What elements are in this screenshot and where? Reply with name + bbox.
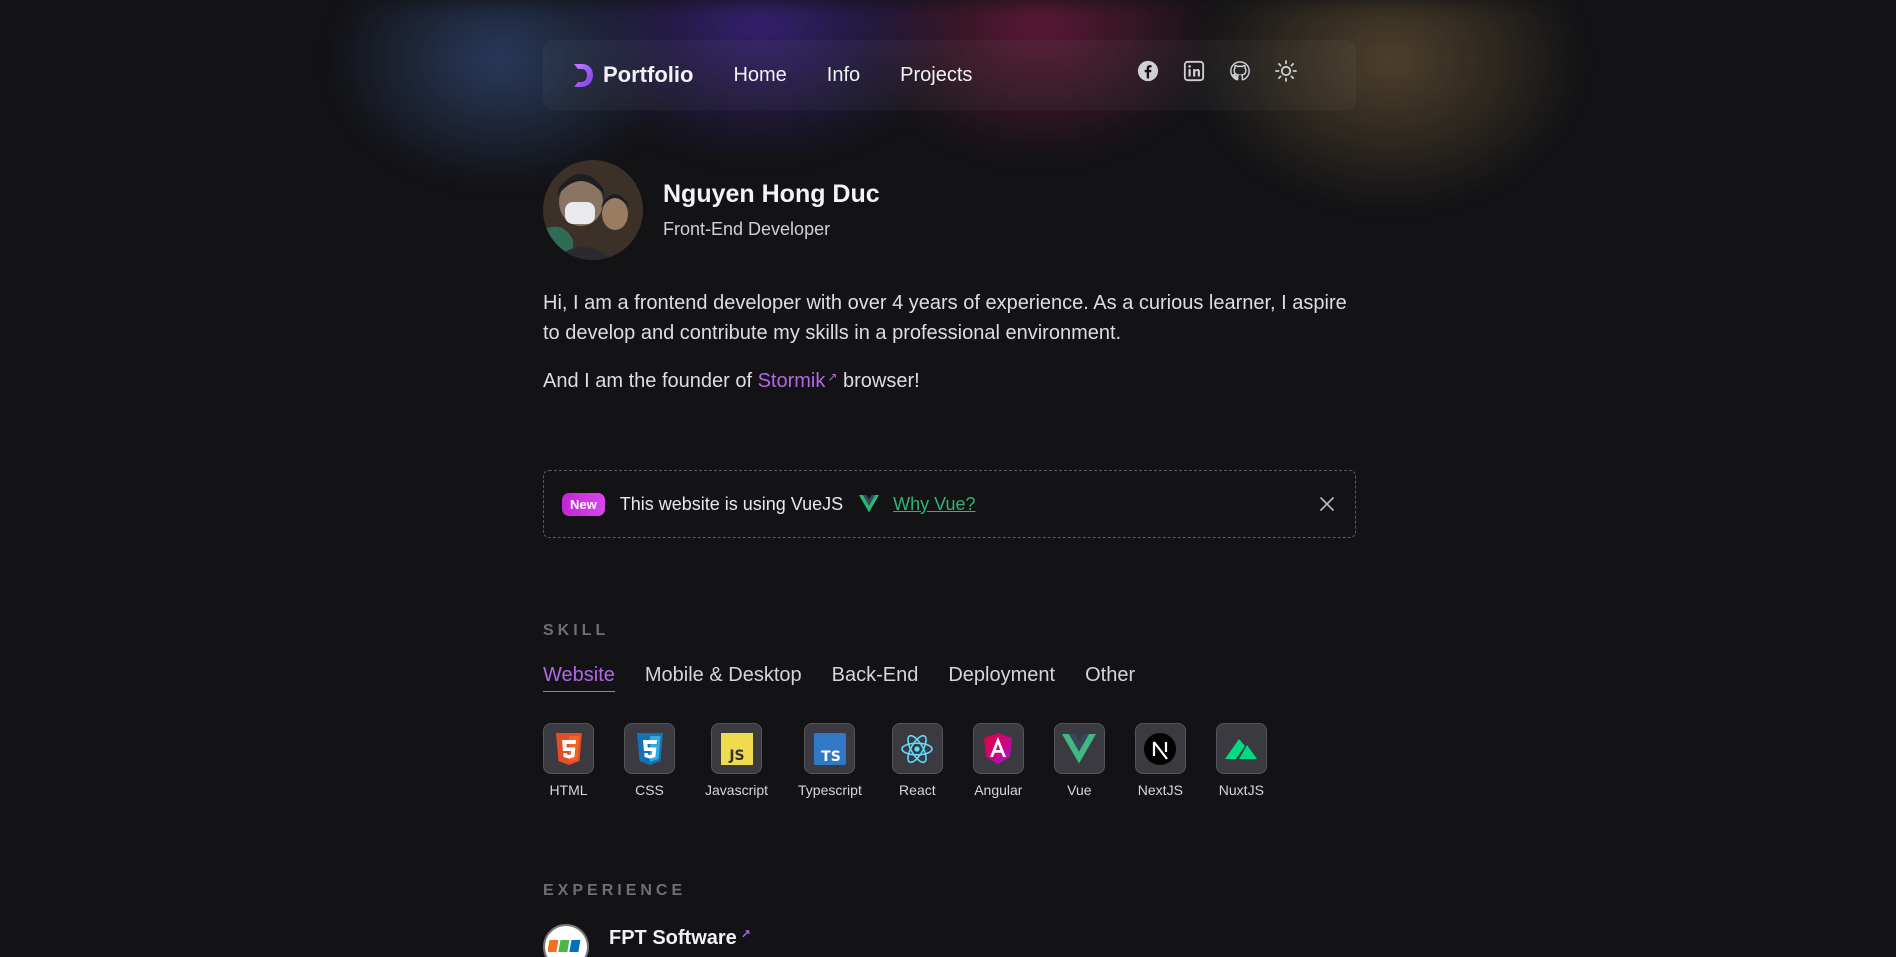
stormik-link-label: Stormik [757,370,826,392]
profile-text: Nguyen Hong Duc Front-End Developer [663,180,880,240]
skill-javascript[interactable]: JS Javascript [705,723,768,798]
banner-text: This website is using VueJS [619,493,844,514]
nextjs-icon [1134,723,1186,774]
github-icon[interactable] [1228,59,1252,83]
profile-bio: Hi, I am a frontend developer with over … [543,292,1347,344]
skill-angular[interactable]: Angular [972,723,1024,798]
avatar-photo [543,160,643,260]
tab-other[interactable]: Other [1085,664,1135,692]
experience-item: FPT Software ↗ [543,924,751,957]
javascript-icon: JS [711,723,763,774]
skill-nextjs[interactable]: NextJS [1134,723,1186,798]
new-badge: New [562,492,605,516]
react-icon [891,723,943,774]
tab-website[interactable]: Website [543,664,615,692]
nuxtjs-icon [1215,723,1267,774]
nav-link-home[interactable]: Home [733,64,786,87]
nav-icon-group [1136,59,1328,83]
tab-deployment[interactable]: Deployment [948,664,1055,692]
css3-icon [624,723,675,774]
skill-list: HTML CSS JS Javascript TS Typescript Rea… [543,723,1267,798]
tab-mobile-desktop[interactable]: Mobile & Desktop [645,664,802,692]
nav-link-projects[interactable]: Projects [900,64,972,87]
profile-name: Nguyen Hong Duc [663,180,880,208]
skill-label: Typescript [798,782,862,798]
nav-link-info[interactable]: Info [827,64,860,87]
profile-role: Front-End Developer [663,219,831,239]
html5-icon [543,723,594,774]
experience-section-label: EXPERIENCE [543,882,687,899]
skill-css[interactable]: CSS [624,723,675,798]
skill-label: Javascript [705,782,769,798]
typescript-icon: TS [804,723,856,774]
fpt-logo-icon [543,924,589,957]
skill-label: NextJS [1137,782,1183,798]
skill-label: HTML [549,782,588,798]
company-name: FPT Software [609,926,737,949]
stormik-link[interactable]: Stormik ↗ [758,370,838,392]
close-icon[interactable] [1317,494,1337,514]
skill-label: Angular [974,782,1023,798]
brand-logo-icon [574,64,593,87]
skill-label: React [899,782,936,798]
vue-icon [1053,723,1105,774]
external-link-icon: ↗ [827,370,838,384]
external-link-icon: ↗ [740,926,751,941]
brand[interactable]: Portfolio [571,61,693,89]
profile-header: Nguyen Hong Duc Front-End Developer [543,160,880,260]
vue-notice-banner: New This website is using VueJS Why Vue? [543,470,1356,538]
skill-label: NuxtJS [1218,782,1264,798]
avatar [543,160,643,260]
facebook-icon[interactable] [1136,59,1160,83]
skill-nuxtjs[interactable]: NuxtJS [1215,723,1267,798]
svg-text:TS: TS [821,749,841,765]
sun-icon[interactable] [1274,59,1298,83]
skill-react[interactable]: React [891,723,943,798]
skill-tabs: Website Mobile & Desktop Back-End Deploy… [543,664,1135,692]
founder-suffix: browser! [843,370,920,392]
why-vue-link[interactable]: Why Vue? [893,494,975,515]
company-link[interactable]: FPT Software ↗ [609,927,751,950]
skill-typescript[interactable]: TS Typescript [798,723,862,798]
founder-line: And I am the founder of Stormik ↗ browser… [543,370,920,393]
skill-html[interactable]: HTML [543,723,594,798]
skill-section-label: SKILL [543,622,610,639]
angular-icon [972,723,1024,774]
skill-label: Vue [1067,782,1092,798]
founder-prefix: And I am the founder of [543,370,753,392]
top-navbar: Portfolio Home Info Projects [543,40,1356,110]
vue-logo-icon [859,495,880,513]
skill-vue[interactable]: Vue [1053,723,1105,798]
svg-text:JS: JS [728,748,744,764]
skill-label: CSS [635,782,664,798]
tab-back-end[interactable]: Back-End [832,664,919,692]
linkedin-icon[interactable] [1182,59,1206,83]
brand-name: Portfolio [603,62,694,87]
